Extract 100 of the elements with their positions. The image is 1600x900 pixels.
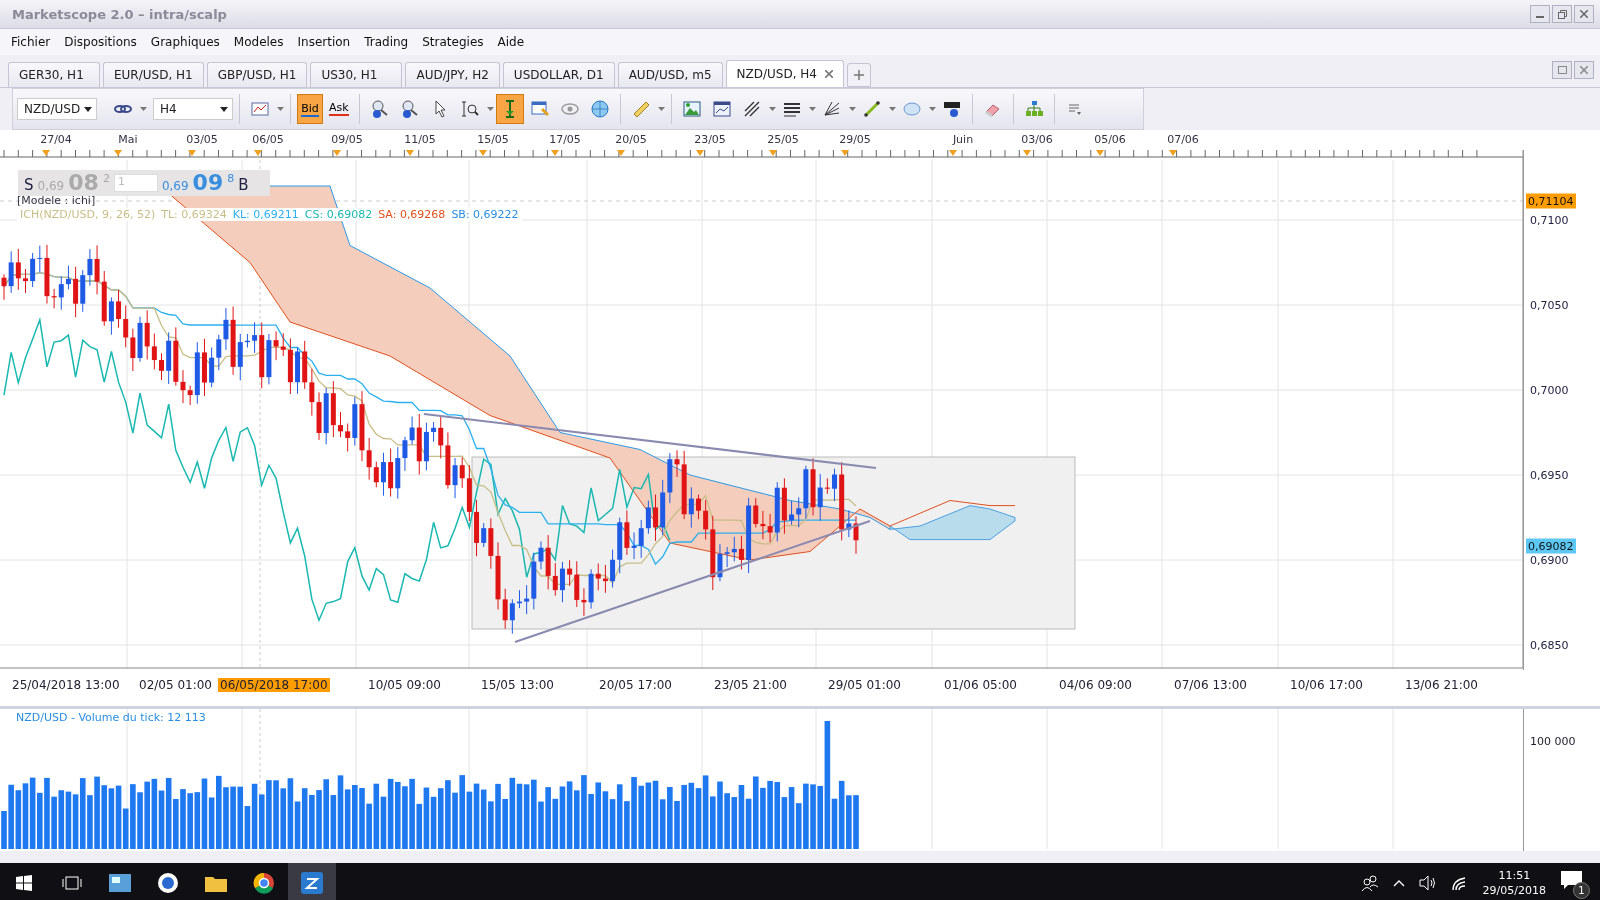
chart-tab[interactable]: AUD/USD, m5 bbox=[617, 62, 723, 87]
caret-icon bbox=[84, 106, 92, 112]
model-label: [Modele : ichi] bbox=[17, 194, 96, 207]
buy-price-fraction: 8 bbox=[227, 172, 235, 185]
price-tick: 0,6900 bbox=[1530, 553, 1569, 567]
caret-icon bbox=[657, 107, 665, 111]
date-label: 27/04 bbox=[40, 133, 72, 146]
caret-icon bbox=[808, 107, 816, 111]
tree-icon bbox=[1023, 99, 1044, 119]
menu-item[interactable]: Trading bbox=[357, 35, 416, 49]
window-title: Marketscope 2.0 – intra/scalp bbox=[12, 6, 227, 22]
buy-label: B bbox=[238, 176, 249, 194]
clock-date: 29/05/2018 bbox=[1482, 883, 1546, 898]
chart-tab[interactable]: GER30, H1 bbox=[8, 62, 100, 87]
chart-tab[interactable]: AUD/JPY, H2 bbox=[405, 62, 500, 87]
close-icon[interactable] bbox=[824, 70, 833, 78]
plus-icon bbox=[853, 70, 864, 80]
caret-icon bbox=[220, 106, 228, 112]
price-tick: 0,6850 bbox=[1530, 638, 1569, 652]
time-label: 06/05/2018 17:00 bbox=[218, 678, 330, 692]
trend-line[interactable] bbox=[423, 413, 877, 469]
indicator-value: CS: 0,69082 bbox=[301, 208, 376, 221]
caret-icon bbox=[848, 107, 856, 111]
date-label: 03/06 bbox=[1021, 133, 1053, 146]
indicator-value: TL: 0,69324 bbox=[158, 208, 230, 221]
clock-time: 11:51 bbox=[1498, 868, 1531, 883]
sync-tool-button[interactable] bbox=[495, 94, 524, 124]
time-label: 23/05 21:00 bbox=[713, 678, 788, 692]
price-marker: 0,71104 bbox=[1526, 193, 1576, 209]
restore-icon bbox=[1557, 9, 1567, 19]
date-label: 20/05 bbox=[615, 133, 647, 146]
caret-icon bbox=[140, 107, 147, 111]
menu-item[interactable]: Fichier bbox=[4, 35, 58, 49]
ellipse-icon bbox=[901, 99, 922, 119]
buy-price-prefix: 0,69 bbox=[161, 179, 189, 193]
symbol-dropdown[interactable]: NZD/USD bbox=[17, 98, 97, 120]
restore-button[interactable] bbox=[1552, 5, 1572, 23]
date-label: 25/05 bbox=[767, 133, 799, 146]
date-label: 23/05 bbox=[694, 133, 726, 146]
time-label: 20/05 17:00 bbox=[598, 678, 673, 692]
time-label: 10/05 09:00 bbox=[367, 678, 442, 692]
time-label: 15/05 13:00 bbox=[480, 678, 555, 692]
date-label: 15/05 bbox=[477, 133, 509, 146]
menu-item[interactable]: Strategies bbox=[415, 35, 491, 49]
caret-icon bbox=[277, 107, 284, 111]
menu-item[interactable]: Aide bbox=[490, 35, 532, 49]
chart-tab[interactable]: NZD/USD, H4 bbox=[725, 60, 844, 87]
close-icon bbox=[1580, 10, 1588, 18]
volume-tick: 100 000 bbox=[1530, 735, 1576, 748]
ask-button[interactable]: Ask bbox=[325, 94, 353, 124]
globe-icon bbox=[589, 99, 610, 119]
volume-title: NZD/USD - Volume du tick: 12 113 bbox=[16, 711, 206, 724]
chart-tab[interactable]: USDOLLAR, D1 bbox=[502, 62, 615, 87]
date-label: 29/05 bbox=[839, 133, 871, 146]
menu-item[interactable]: Graphiques bbox=[143, 35, 227, 49]
close-icon bbox=[1580, 66, 1588, 74]
add-tab-button[interactable] bbox=[846, 63, 871, 87]
speaker-icon[interactable] bbox=[1418, 875, 1437, 891]
close-button[interactable] bbox=[1574, 61, 1594, 79]
date-label: Juin bbox=[952, 133, 974, 146]
timeframe-dropdown[interactable]: H4 bbox=[153, 98, 233, 120]
chevron-up-icon[interactable] bbox=[1392, 879, 1405, 887]
windows-icon bbox=[16, 875, 32, 891]
zoom-fit-icon bbox=[459, 99, 480, 119]
indicator-value: ICH(NZD/USD, 9, 26, 52) bbox=[17, 208, 159, 221]
trend-line[interactable] bbox=[514, 520, 871, 643]
maximize-icon bbox=[1557, 66, 1567, 74]
menu-item[interactable]: Modeles bbox=[226, 35, 291, 49]
buy-price-pips: 09 bbox=[192, 170, 224, 196]
menu-item[interactable]: Dispositions bbox=[57, 35, 144, 49]
bid-button[interactable]: Bid bbox=[297, 94, 323, 124]
maximize-button[interactable] bbox=[1552, 61, 1572, 79]
chart-tab[interactable]: EUR/USD, H1 bbox=[103, 62, 204, 87]
sell-label: S bbox=[24, 176, 34, 194]
indicator-value: KL: 0,69211 bbox=[229, 208, 302, 221]
date-label: 05/06 bbox=[1094, 133, 1126, 146]
date-label: 11/05 bbox=[404, 133, 436, 146]
menu-item[interactable]: Insertion bbox=[290, 35, 358, 49]
price-tick: 0,7050 bbox=[1530, 298, 1569, 312]
zoom-in-icon bbox=[369, 99, 390, 119]
chart-tab[interactable]: US30, H1 bbox=[310, 62, 403, 87]
time-label: 04/06 09:00 bbox=[1058, 678, 1133, 692]
window-icon bbox=[711, 99, 732, 119]
price-tick: 0,7100 bbox=[1530, 213, 1569, 227]
chart-type-icon bbox=[250, 99, 270, 119]
sell-price-prefix: 0,69 bbox=[37, 179, 65, 193]
price-tick: 0,7000 bbox=[1530, 383, 1569, 397]
caret-icon bbox=[486, 107, 494, 111]
notification-badge: 1 bbox=[1573, 882, 1590, 899]
close-button[interactable] bbox=[1574, 5, 1594, 23]
taskbar-app-icon[interactable] bbox=[288, 863, 336, 900]
task-view-icon bbox=[62, 876, 82, 890]
time-label: 01/06 05:00 bbox=[943, 678, 1018, 692]
chart-tab[interactable]: GBP/USD, H1 bbox=[206, 62, 308, 87]
minimize-button[interactable] bbox=[1530, 5, 1550, 23]
line-icon bbox=[861, 99, 882, 119]
time-label: 25/04/2018 13:00 bbox=[11, 678, 121, 692]
image-icon bbox=[681, 99, 702, 119]
time-label: 29/05 01:00 bbox=[827, 678, 902, 692]
properties-icon bbox=[529, 99, 550, 119]
